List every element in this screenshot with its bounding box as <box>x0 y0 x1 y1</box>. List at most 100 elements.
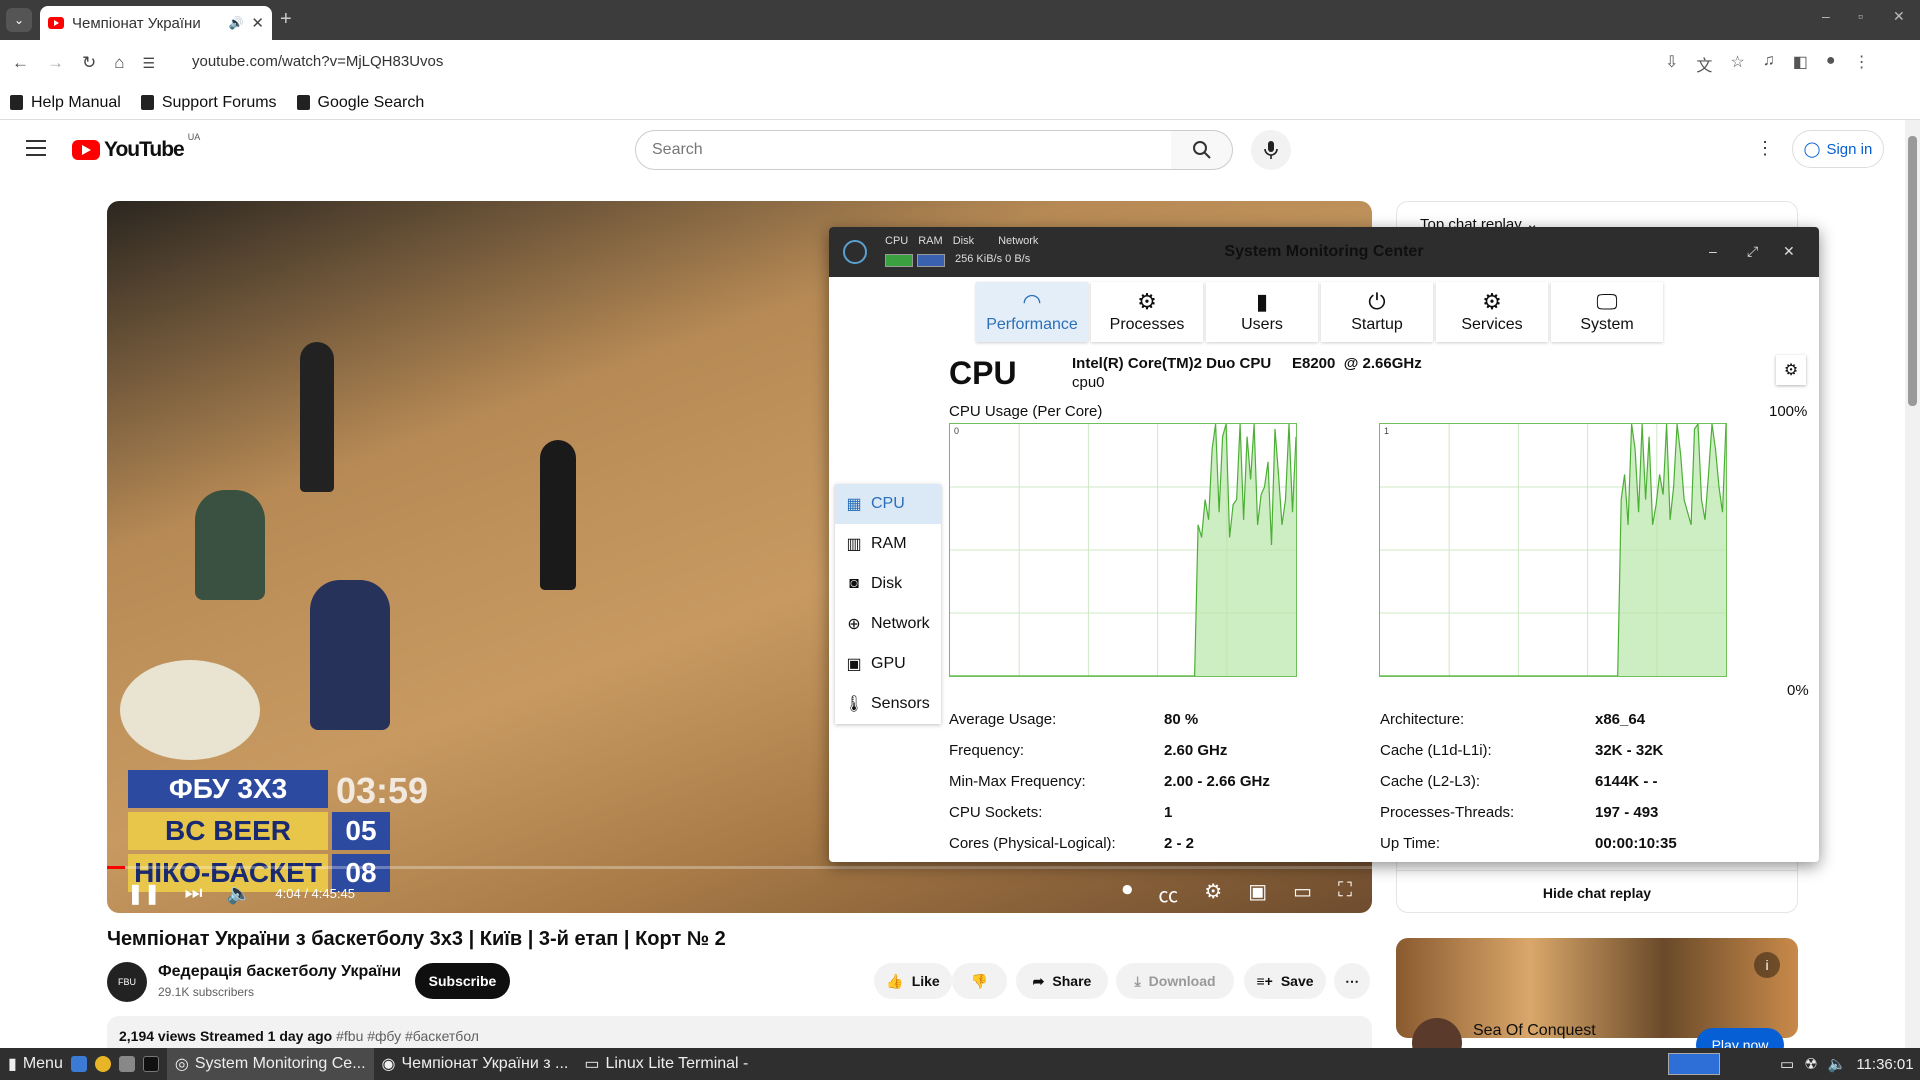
channel-name[interactable]: Федерація баскетболу України <box>158 963 401 981</box>
video-time: 4:04 / 4:45:45 <box>275 885 355 901</box>
ad-banner[interactable] <box>1396 938 1798 1038</box>
hide-chat-button[interactable]: Hide chat replay <box>1396 870 1798 914</box>
subscribe-button[interactable]: Subscribe <box>415 963 510 999</box>
video-progress-bar[interactable] <box>107 866 1372 869</box>
stat-value: 32K - 32K <box>1595 742 1664 759</box>
new-tab-button[interactable]: + <box>280 8 292 31</box>
smc-mini-rate: 256 KiB/s 0 B/s <box>955 253 1031 265</box>
taskbar-window-terminal[interactable]: ▭ Linux Lite Terminal - <box>576 1048 756 1080</box>
terminal-icon[interactable] <box>142 1056 159 1072</box>
sidebar-item-ram[interactable]: ▥ RAM <box>835 524 941 564</box>
miniplayer-icon[interactable]: ▣ <box>1248 879 1267 908</box>
dislike-button[interactable]: 👎 <box>952 963 1007 999</box>
autoplay-toggle-icon[interactable]: ⏺ <box>1122 879 1132 908</box>
bookmark-google-search[interactable]: Google Search <box>296 94 424 112</box>
search-button[interactable] <box>1171 130 1233 170</box>
tab-system[interactable]: 🖵 System <box>1551 282 1663 342</box>
youtube-logo[interactable]: YouTube UA <box>72 132 200 162</box>
back-icon[interactable]: ← <box>12 53 29 73</box>
display-icon[interactable]: ▭ <box>1780 1055 1794 1073</box>
sidebar-item-disk[interactable]: ◙ Disk <box>835 564 941 604</box>
bookmark-icon <box>296 95 310 110</box>
tab-search-button[interactable]: ⌄ <box>6 8 32 32</box>
share-button[interactable]: ➦ Share <box>1016 963 1108 999</box>
info-icon[interactable]: i <box>1754 952 1780 978</box>
ram-mini-bar <box>917 254 945 267</box>
smc-icon: ◎ <box>174 1056 189 1073</box>
close-window-icon[interactable]: ✕ <box>1893 8 1905 25</box>
taskbar-window-browser[interactable]: ◉ Чемпіонат України з ... <box>374 1048 577 1080</box>
tab-processes[interactable]: ⚙ Processes <box>1091 282 1203 342</box>
media-icon[interactable]: ♫ <box>1763 52 1775 76</box>
settings-dots-icon[interactable]: ⋮ <box>1756 138 1774 159</box>
install-icon[interactable]: ⇩ <box>1665 52 1678 76</box>
reload-icon[interactable]: ↻ <box>82 53 96 73</box>
tab-services[interactable]: ⚙ Services <box>1436 282 1548 342</box>
site-info-icon[interactable]: ☰ <box>143 55 156 72</box>
settings-gear-icon[interactable]: ⚙ <box>1204 879 1222 908</box>
sidebar-item-network[interactable]: ⊕ Network <box>835 604 941 644</box>
home-icon[interactable]: ⌂ <box>114 53 124 73</box>
next-icon[interactable]: ⏭ <box>185 882 203 905</box>
power-icon: ⏻ <box>1368 289 1386 314</box>
smc-minimize-icon[interactable]: – <box>1709 243 1717 259</box>
browser-tab[interactable]: Чемпіонат України 🔊 ✕ <box>40 6 272 40</box>
sidebar-item-sensors[interactable]: 🌡 Sensors <box>835 684 941 724</box>
file-manager-icon[interactable] <box>70 1056 87 1072</box>
stat-label: Cache (L2-L3): <box>1380 773 1481 790</box>
captions-icon[interactable]: ㏄ <box>1158 879 1178 908</box>
start-menu-button[interactable]: ▮ Menu <box>0 1048 71 1080</box>
minimize-icon[interactable]: – <box>1822 8 1830 24</box>
menu-icon: ▮ <box>8 1056 17 1073</box>
tab-startup[interactable]: ⏻ Startup <box>1321 282 1433 342</box>
youtube-favicon-icon <box>48 17 64 29</box>
referee-figure <box>300 342 334 492</box>
share-icon: ➦ <box>1032 972 1045 989</box>
taskbar-window-smc[interactable]: ◎ System Monitoring Ce... <box>166 1048 374 1080</box>
volume-tray-icon[interactable]: 🔈 <box>1828 1055 1847 1073</box>
hamburger-menu-icon[interactable] <box>26 140 46 156</box>
scrollbar-thumb[interactable] <box>1908 136 1917 406</box>
channel-avatar[interactable]: FBU <box>107 962 147 1002</box>
voice-search-button[interactable] <box>1251 130 1291 170</box>
hashtags[interactable]: #fbu #фбу #баскетбол <box>336 1028 479 1044</box>
files-icon[interactable] <box>118 1056 135 1072</box>
save-button[interactable]: ≡+ Save <box>1244 963 1326 999</box>
url-field[interactable]: youtube.com/watch?v=MjLQH83Uvos <box>192 53 443 70</box>
bookmarks-bar: Help Manual Support Forums Google Search <box>0 86 1920 120</box>
theater-mode-icon[interactable]: ▭ <box>1293 879 1312 908</box>
update-icon[interactable]: ☢ <box>1804 1055 1817 1073</box>
close-tab-icon[interactable]: ✕ <box>251 14 264 32</box>
more-actions-button[interactable]: ⋯ <box>1334 963 1370 999</box>
translate-icon[interactable]: 文 <box>1696 52 1712 76</box>
cpu-settings-button[interactable]: ⚙ <box>1776 355 1806 385</box>
menu-dots-icon[interactable]: ⋮ <box>1854 52 1870 76</box>
pause-icon[interactable]: ❚❚ <box>127 881 161 906</box>
tab-users[interactable]: ▮ Users <box>1206 282 1318 342</box>
audio-playing-icon[interactable]: 🔊 <box>228 16 243 30</box>
sidepanel-icon[interactable]: ◧ <box>1793 52 1808 76</box>
profile-icon[interactable]: ● <box>1826 52 1836 76</box>
tab-performance[interactable]: ◠ Performance <box>976 282 1088 342</box>
workspace-switcher[interactable] <box>1668 1053 1720 1075</box>
smc-mini-bars <box>885 254 945 267</box>
bookmark-help-manual[interactable]: Help Manual <box>10 94 121 112</box>
maximize-icon[interactable]: ▫ <box>1858 8 1863 24</box>
fullscreen-icon[interactable]: ⛶ <box>1338 879 1352 908</box>
bookmark-star-icon[interactable]: ☆ <box>1730 52 1744 76</box>
sidebar-item-gpu[interactable]: ▣ GPU <box>835 644 941 684</box>
volume-icon[interactable]: 🔈 <box>227 881 252 906</box>
smc-maximize-icon[interactable]: ⤢ <box>1747 243 1758 260</box>
search-input[interactable]: Search <box>635 130 1172 170</box>
stat-value: 2 - 2 <box>1164 835 1195 852</box>
forward-icon[interactable]: → <box>47 53 64 73</box>
sign-in-button[interactable]: ◯ Sign in <box>1792 130 1884 168</box>
like-button[interactable]: 👍 Like <box>874 963 952 999</box>
chrome-icon[interactable] <box>94 1056 111 1072</box>
smc-close-icon[interactable]: ✕ <box>1783 243 1795 260</box>
bookmark-support-forums[interactable]: Support Forums <box>140 94 277 112</box>
youtube-play-icon <box>72 140 100 160</box>
sidebar-item-cpu[interactable]: ▦ CPU <box>835 484 941 524</box>
download-button[interactable]: ⤓ Download <box>1116 963 1234 999</box>
tab-title: Чемпіонат України <box>72 14 201 32</box>
